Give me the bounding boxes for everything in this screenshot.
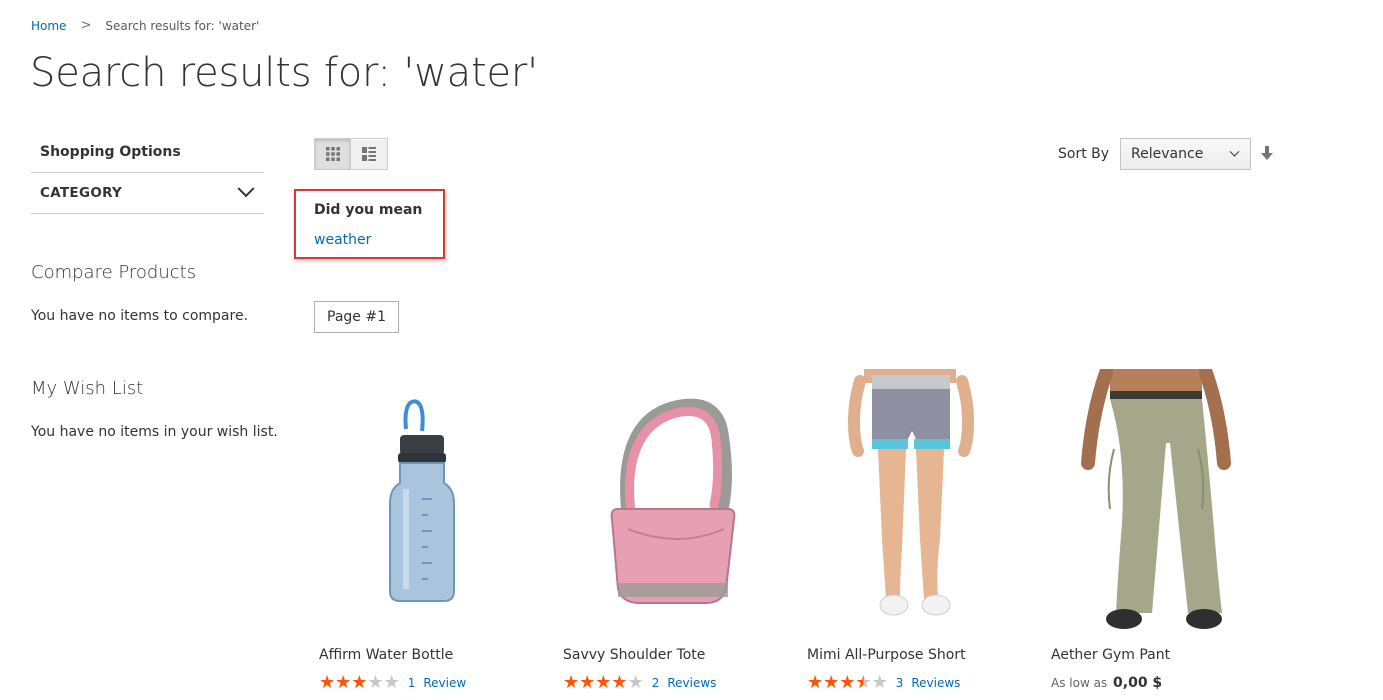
category-filter[interactable]: CATEGORY [31, 173, 264, 214]
product-rating: ★ ★ ★ ★ ★ 2 Reviews [563, 674, 716, 692]
grid-view-button[interactable] [314, 138, 351, 170]
wishlist-title: My Wish List [31, 378, 144, 399]
grid-icon [325, 147, 340, 161]
page-button[interactable]: Page #1 [314, 301, 399, 333]
sort-by-control: Sort By Relevance [1058, 138, 1274, 170]
star-icon: ★ [823, 672, 840, 693]
product-price: As low as 0,00 $ [1051, 675, 1162, 691]
did-you-mean-box: Did you mean weather [294, 189, 445, 259]
star-icon: ★ [319, 672, 336, 693]
rating-stars: ★ ★ ★ ★ ★ [807, 674, 888, 692]
product-rating: ★ ★ ★ ★ ★ 1 Review [319, 674, 466, 692]
list-icon [362, 147, 376, 161]
did-you-mean-title: Did you mean [314, 202, 423, 218]
star-icon: ★ [871, 672, 888, 693]
view-mode-switch [314, 138, 388, 170]
breadcrumb-home-link[interactable]: Home [31, 19, 66, 33]
did-you-mean-suggestion-link[interactable]: weather [314, 232, 371, 248]
arrow-down-icon [1261, 146, 1274, 160]
chevron-down-icon [237, 180, 255, 198]
product-rating: ★ ★ ★ ★ ★ 3 Reviews [807, 674, 960, 692]
product-name-link[interactable]: Savvy Shoulder Tote [563, 647, 705, 663]
shoulder-tote-image [610, 398, 736, 604]
chevron-down-icon [1229, 146, 1240, 157]
product-item: Affirm Water Bottle ★ ★ ★ ★ ★ 1 Review [314, 369, 530, 692]
star-icon: ★ [563, 672, 580, 693]
star-icon: ★ [807, 672, 824, 693]
shopping-options-title: Shopping Options [31, 138, 264, 173]
shorts-model-image [847, 369, 975, 616]
gym-pant-model-image [1050, 366, 1258, 635]
reviews-link[interactable]: 3 Reviews [896, 676, 961, 690]
list-view-button[interactable] [351, 138, 388, 170]
star-icon: ★ [335, 672, 352, 693]
product-image[interactable] [558, 369, 774, 635]
reviews-link[interactable]: 2 Reviews [652, 676, 717, 690]
star-icon: ★ [595, 672, 612, 693]
star-icon: ★ [627, 672, 644, 693]
product-name-link[interactable]: Aether Gym Pant [1051, 647, 1170, 663]
star-icon: ★ [611, 672, 628, 693]
breadcrumb-separator: > [80, 18, 92, 33]
water-bottle-image [389, 399, 455, 602]
breadcrumb-current: Search results for: 'water' [105, 18, 260, 33]
compare-products-title: Compare Products [31, 262, 197, 283]
sort-direction-button[interactable] [1260, 146, 1274, 162]
sort-by-label: Sort By [1058, 146, 1110, 162]
product-name-link[interactable]: Mimi All-Purpose Short [807, 647, 966, 663]
star-icon: ★ [855, 672, 872, 693]
product-image[interactable] [314, 369, 530, 635]
product-item: Aether Gym Pant As low as 0,00 $ [1046, 366, 1262, 691]
star-icon: ★ [839, 672, 856, 693]
sidebar: Shopping Options CATEGORY [31, 138, 264, 214]
star-icon: ★ [367, 672, 384, 693]
reviews-link[interactable]: 1 Review [408, 676, 466, 690]
product-item: Mimi All-Purpose Short ★ ★ ★ ★ ★ 3 Reviews [802, 369, 1018, 692]
product-image[interactable] [802, 369, 1018, 635]
wishlist-empty-text: You have no items in your wish list. [31, 424, 278, 440]
price-prefix: As low as [1051, 676, 1108, 690]
rating-stars: ★ ★ ★ ★ ★ [563, 674, 644, 692]
product-image[interactable] [1046, 366, 1262, 635]
star-icon: ★ [351, 672, 368, 693]
page-title: Search results for: 'water' [30, 50, 538, 96]
category-filter-label: CATEGORY [40, 185, 123, 201]
star-icon: ★ [579, 672, 596, 693]
search-results-page: Home > Search results for: 'water' Searc… [0, 0, 1383, 700]
sort-by-value: Relevance [1131, 146, 1204, 162]
star-icon: ★ [383, 672, 400, 693]
price-value: 0,00 $ [1113, 675, 1163, 691]
rating-stars: ★ ★ ★ ★ ★ [319, 674, 400, 692]
sort-by-select[interactable]: Relevance [1120, 138, 1252, 170]
product-name-link[interactable]: Affirm Water Bottle [319, 647, 453, 663]
breadcrumb: Home > Search results for: 'water' [31, 18, 259, 33]
product-item: Savvy Shoulder Tote ★ ★ ★ ★ ★ 2 Reviews [558, 369, 774, 692]
compare-products-empty-text: You have no items to compare. [31, 308, 249, 324]
